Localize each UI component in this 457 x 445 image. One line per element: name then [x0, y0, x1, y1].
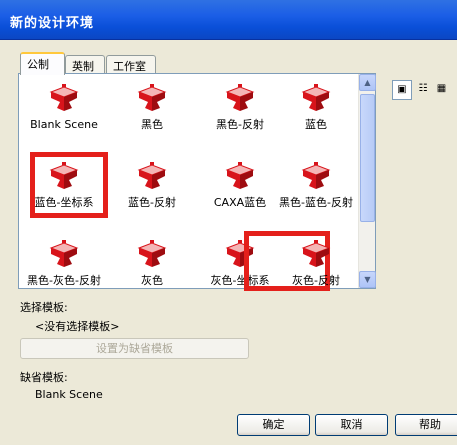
help-button[interactable]: 帮助 [395, 414, 457, 436]
list-view-icon: ☷ [418, 83, 428, 94]
selected-template-label: 选择模板: [20, 301, 68, 314]
tab-imperial[interactable]: 英制 [65, 55, 105, 74]
ok-button-label: 确定 [262, 418, 285, 431]
list-view-button[interactable]: ☷ [413, 80, 433, 100]
anvil-icon [225, 162, 255, 189]
template-label: Blank Scene [30, 118, 98, 131]
template-label: 灰色-反射 [292, 274, 340, 287]
anvil-icon [137, 240, 167, 267]
template-item[interactable]: CAXA蓝色 [197, 156, 283, 218]
details-view-button[interactable]: ▦ [434, 80, 449, 100]
ok-button[interactable]: 确定 [237, 414, 310, 436]
tab-metric[interactable]: 公制 [20, 52, 65, 75]
cancel-button-label: 取消 [340, 418, 363, 431]
details-view-icon: ▦ [436, 83, 447, 94]
tab-studio[interactable]: 工作室 [106, 55, 156, 74]
large-icons-icon: ▣ [397, 84, 407, 95]
template-label: 黑色 [141, 118, 163, 131]
default-template-value: Blank Scene [35, 388, 103, 401]
vertical-scrollbar[interactable]: ▲ ▼ [358, 74, 376, 288]
tab-studio-label: 工作室 [113, 60, 146, 73]
template-item[interactable]: 黑色-灰色-反射 [21, 234, 107, 289]
scroll-thumb[interactable] [360, 94, 375, 222]
template-label: 蓝色-反射 [128, 196, 176, 209]
template-label: CAXA蓝色 [213, 196, 267, 209]
template-label: 蓝色 [305, 118, 327, 131]
selected-template-value: <没有选择模板> [35, 320, 120, 333]
template-label: 灰色 [141, 274, 163, 287]
highlight-box [30, 152, 108, 218]
set-default-template-button[interactable]: 设置为缺省模板 [20, 338, 249, 359]
title-bar[interactable]: 新的设计环境 [0, 0, 457, 40]
anvil-icon [301, 84, 331, 111]
anvil-icon [49, 240, 79, 267]
cancel-button[interactable]: 取消 [315, 414, 388, 436]
anvil-icon [137, 84, 167, 111]
anvil-icon [301, 162, 331, 189]
scroll-up-button[interactable]: ▲ [359, 74, 376, 91]
template-item[interactable]: 黑色-反射 [197, 78, 283, 140]
template-item[interactable]: Blank Scene [21, 78, 107, 140]
template-label: 黑色-灰色-反射 [27, 274, 101, 287]
scroll-down-button[interactable]: ▼ [359, 271, 376, 288]
template-item[interactable]: 蓝色 [273, 78, 359, 140]
anvil-icon [301, 240, 331, 267]
template-item[interactable]: 灰色 [109, 234, 195, 289]
anvil-icon [137, 162, 167, 189]
tab-metric-label: 公制 [27, 58, 49, 71]
tab-imperial-label: 英制 [72, 60, 94, 73]
anvil-icon [225, 84, 255, 111]
dialog-body: 公制 英制 工作室 ▲ ▼ Blank Scene 黑色 黑色-反射 蓝色 蓝色-坐标系… [0, 40, 457, 445]
default-template-label: 缺省模板: [20, 371, 68, 384]
template-item[interactable]: 灰色-反射 [273, 234, 359, 289]
template-item[interactable]: 黑色-蓝色-反射 [273, 156, 359, 218]
anvil-icon [49, 84, 79, 111]
template-label: 黑色-反射 [216, 118, 264, 131]
template-label: 黑色-蓝色-反射 [279, 196, 353, 209]
template-item[interactable]: 蓝色-反射 [109, 156, 195, 218]
set-default-template-label: 设置为缺省模板 [96, 342, 173, 355]
template-item[interactable]: 黑色 [109, 78, 195, 140]
template-list[interactable]: ▲ ▼ Blank Scene 黑色 黑色-反射 蓝色 蓝色-坐标系 蓝色-反射 CAXA蓝… [18, 73, 376, 291]
window-title: 新的设计环境 [10, 16, 95, 31]
help-button-label: 帮助 [419, 418, 441, 431]
large-icons-view-button[interactable]: ▣ [392, 80, 412, 100]
